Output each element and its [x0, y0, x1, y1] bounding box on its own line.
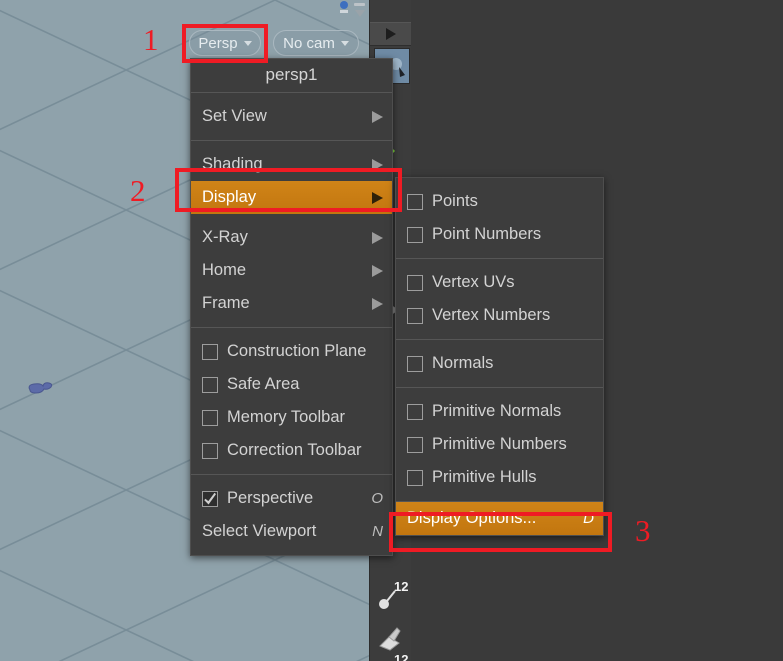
menu-spacer	[191, 141, 392, 148]
submenu-item-vertex-uvs[interactable]: Vertex UVs	[396, 266, 603, 299]
submenu-item-primitive-numbers[interactable]: Primitive Numbers	[396, 428, 603, 461]
view-mode-button[interactable]: Persp	[189, 30, 261, 56]
chevron-down-icon	[243, 40, 252, 46]
point-tool-badge: 12	[394, 579, 409, 594]
submenu-item-label: Primitive Hulls	[432, 468, 537, 486]
menu-spacer	[396, 340, 603, 347]
application-window: 12 12 Persp No cam persp1 Set View Shadi…	[0, 0, 783, 661]
menu-spacer	[191, 548, 392, 555]
menu-item-correction-toolbar[interactable]: Correction Toolbar	[191, 434, 392, 467]
menu-item-label: Shading	[202, 155, 263, 173]
menu-item-construction-plane[interactable]: Construction Plane	[191, 335, 392, 368]
menu-item-safe-area[interactable]: Safe Area	[191, 368, 392, 401]
menu-item-label: Select Viewport	[202, 522, 317, 540]
annotation-number-3: 3	[635, 513, 651, 548]
checkbox-unchecked-icon[interactable]	[407, 274, 423, 291]
menu-spacer	[396, 494, 603, 501]
next-tool-button[interactable]: 12	[370, 652, 411, 661]
menu-item-label: Correction Toolbar	[227, 441, 362, 459]
submenu-item-label: Vertex Numbers	[432, 306, 551, 324]
point-tool-button[interactable]: 12	[370, 576, 411, 620]
menu-spacer	[396, 178, 603, 185]
submenu-item-label: Vertex UVs	[432, 273, 515, 291]
submenu-item-display-options[interactable]: Display Options... D	[396, 502, 603, 535]
menu-spacer	[396, 380, 603, 387]
chevron-down-icon	[340, 40, 349, 46]
submenu-arrow-icon	[372, 110, 383, 123]
paint-tool-icon	[378, 627, 401, 651]
menu-spacer	[191, 133, 392, 140]
submenu-arrow-icon	[372, 191, 383, 204]
submenu-arrow-icon	[372, 231, 383, 244]
checkbox-unchecked-icon[interactable]	[407, 355, 423, 372]
submenu-item-points[interactable]: Points	[396, 185, 603, 218]
checkbox-checked-icon[interactable]	[202, 490, 218, 507]
submenu-arrow-icon	[372, 264, 383, 277]
menu-spacer	[396, 332, 603, 339]
submenu-item-label: Normals	[432, 354, 494, 372]
menu-item-label: Memory Toolbar	[227, 408, 345, 426]
menu-item-set-view[interactable]: Set View	[191, 100, 392, 133]
checkbox-unchecked-icon[interactable]	[202, 376, 218, 393]
submenu-item-primitive-hulls[interactable]: Primitive Hulls	[396, 461, 603, 494]
menu-item-accelerator: N	[372, 523, 383, 540]
checkbox-unchecked-icon[interactable]	[407, 469, 423, 486]
submenu-item-label: Display Options...	[407, 509, 537, 527]
menu-item-display[interactable]: Display	[191, 181, 392, 214]
checkbox-unchecked-icon[interactable]	[407, 226, 423, 243]
viewport-header-toolbar: Persp No cam	[0, 0, 411, 62]
checkbox-unchecked-icon[interactable]	[202, 442, 218, 459]
submenu-item-accelerator: D	[583, 510, 594, 527]
menu-item-x-ray[interactable]: X-Ray	[191, 221, 392, 254]
menu-item-label: Perspective	[227, 489, 314, 507]
menu-title: persp1	[191, 59, 392, 93]
viewport-context-menu[interactable]: persp1 Set View Shading Display X-Ray Ho…	[190, 58, 393, 556]
menu-item-frame[interactable]: Frame	[191, 287, 392, 320]
menu-spacer	[191, 214, 392, 221]
menu-item-perspective[interactable]: Perspective O	[191, 482, 392, 515]
submenu-item-label: Primitive Normals	[432, 402, 562, 420]
menu-item-label: Safe Area	[227, 375, 300, 393]
menu-item-label: Construction Plane	[227, 342, 367, 360]
checkbox-unchecked-icon[interactable]	[407, 307, 423, 324]
menu-item-label: Set View	[202, 107, 267, 125]
checkbox-unchecked-icon[interactable]	[407, 403, 423, 420]
menu-item-shading[interactable]: Shading	[191, 148, 392, 181]
menu-item-select-viewport[interactable]: Select Viewport N	[191, 515, 392, 548]
menu-spacer	[396, 251, 603, 258]
submenu-arrow-icon	[372, 297, 383, 310]
camera-label: No cam	[283, 34, 335, 52]
checkbox-unchecked-icon[interactable]	[407, 436, 423, 453]
menu-item-label: Frame	[202, 294, 250, 312]
menu-spacer	[191, 93, 392, 100]
submenu-item-label: Point Numbers	[432, 225, 542, 243]
menu-item-memory-toolbar[interactable]: Memory Toolbar	[191, 401, 392, 434]
menu-spacer	[191, 467, 392, 474]
menu-item-accelerator: O	[371, 490, 383, 507]
checkbox-unchecked-icon[interactable]	[202, 409, 218, 426]
submenu-item-label: Primitive Numbers	[432, 435, 567, 453]
submenu-item-vertex-numbers[interactable]: Vertex Numbers	[396, 299, 603, 332]
menu-item-label: Home	[202, 261, 247, 279]
submenu-arrow-icon	[372, 158, 383, 171]
menu-item-label: Display	[202, 188, 257, 206]
menu-spacer	[396, 388, 603, 395]
menu-spacer	[191, 475, 392, 482]
display-submenu[interactable]: Points Point Numbers Vertex UVs Vertex N…	[395, 177, 604, 536]
checkbox-unchecked-icon[interactable]	[202, 343, 218, 360]
submenu-item-primitive-normals[interactable]: Primitive Normals	[396, 395, 603, 428]
submenu-item-normals[interactable]: Normals	[396, 347, 603, 380]
checkbox-unchecked-icon[interactable]	[407, 193, 423, 210]
camera-select-button[interactable]: No cam	[273, 30, 359, 56]
next-tool-badge: 12	[394, 652, 409, 661]
menu-spacer	[396, 259, 603, 266]
menu-spacer	[191, 328, 392, 335]
view-mode-label: Persp	[198, 34, 238, 52]
menu-item-home[interactable]: Home	[191, 254, 392, 287]
menu-spacer	[191, 320, 392, 327]
scene-object[interactable]	[24, 378, 58, 398]
submenu-item-label: Points	[432, 192, 478, 210]
menu-item-label: X-Ray	[202, 228, 248, 246]
submenu-item-point-numbers[interactable]: Point Numbers	[396, 218, 603, 251]
